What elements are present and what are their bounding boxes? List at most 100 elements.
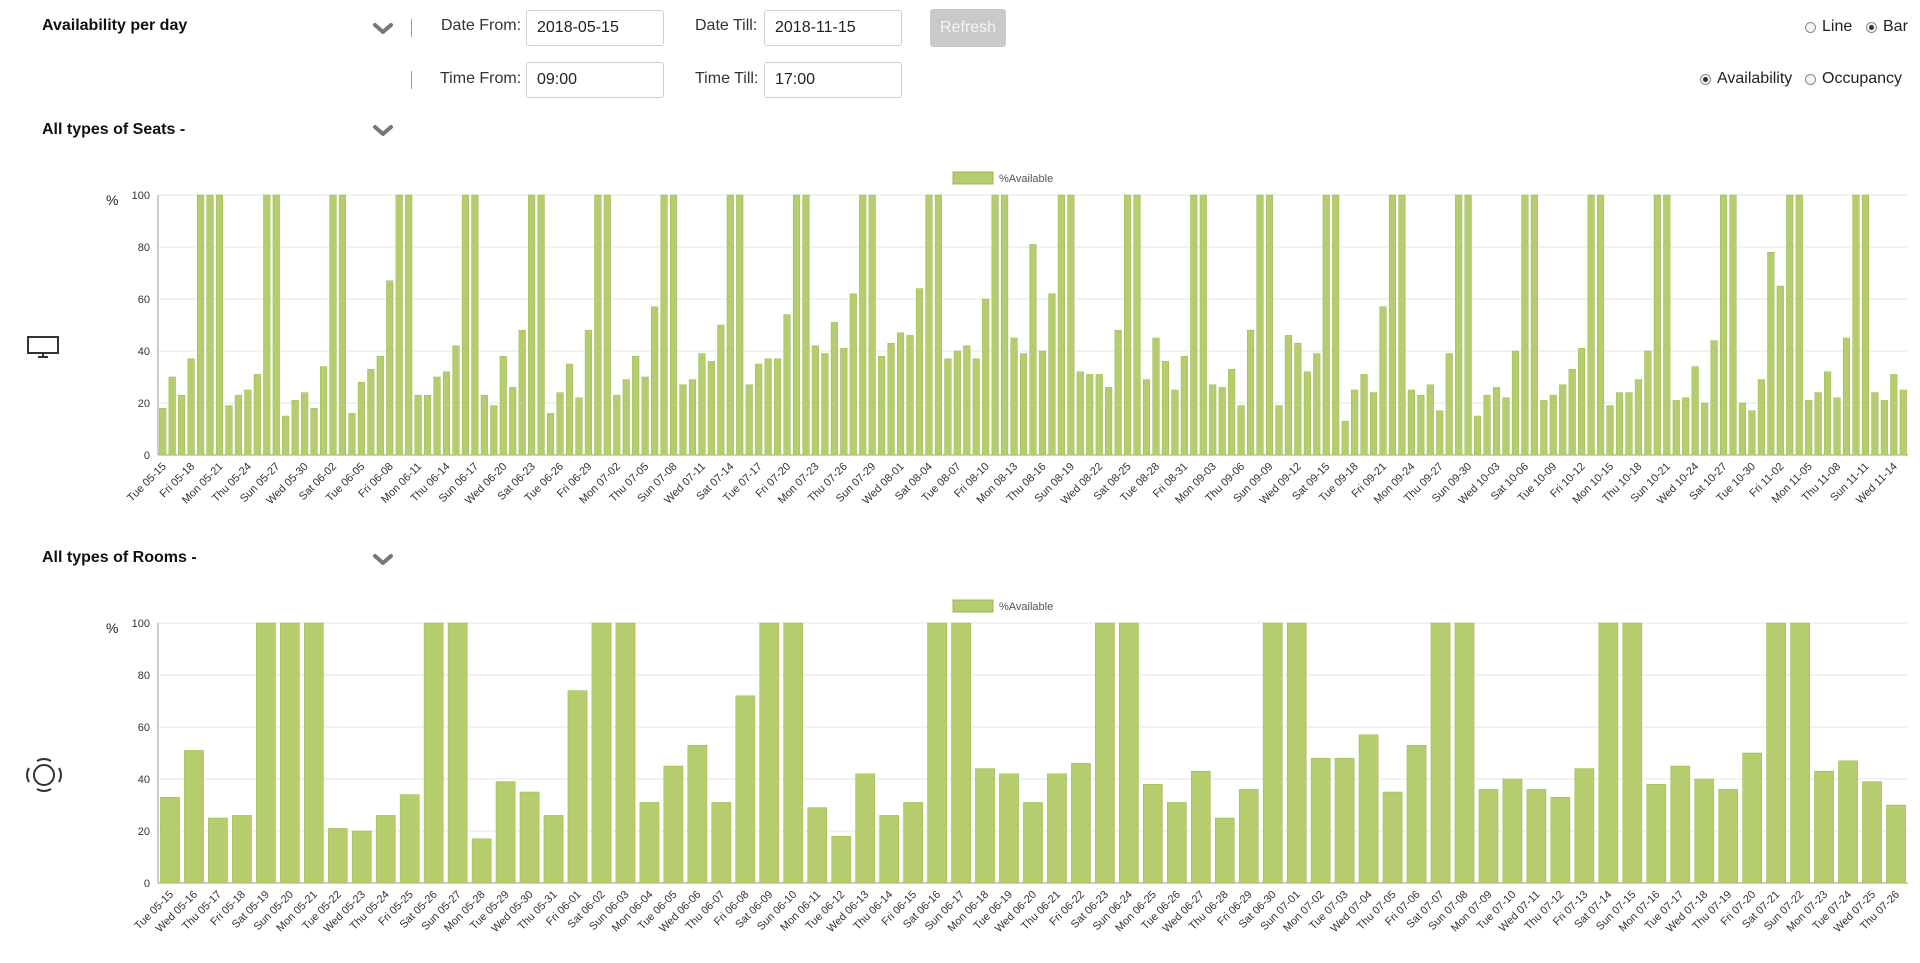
bar <box>1407 389 1415 456</box>
chevron-down-icon[interactable] <box>372 124 394 138</box>
bar <box>256 622 276 884</box>
line-radio[interactable]: Line <box>1805 18 1852 36</box>
bar <box>736 194 744 456</box>
bar <box>1606 405 1614 456</box>
bar <box>622 379 630 456</box>
bar <box>1540 400 1548 456</box>
bar <box>1310 757 1331 884</box>
bar <box>1842 337 1851 456</box>
bar <box>1247 329 1255 456</box>
bar <box>1019 353 1028 456</box>
bar <box>584 329 592 456</box>
bar <box>1790 622 1810 884</box>
occupancy-radio[interactable]: Occupancy <box>1805 70 1902 88</box>
bar <box>1076 371 1084 456</box>
bar <box>1634 379 1642 456</box>
bar <box>1672 400 1680 456</box>
bar <box>903 802 923 884</box>
bar <box>1682 397 1690 456</box>
date-from-label: Date From: <box>441 17 522 34</box>
bar <box>764 358 772 456</box>
bar <box>1511 350 1519 456</box>
bar <box>386 280 394 456</box>
bar <box>1313 353 1321 456</box>
date-till-input[interactable]: 2018-11-15 <box>764 10 902 46</box>
bar <box>1038 350 1047 456</box>
bar <box>1023 802 1043 884</box>
y-tick-label: 80 <box>138 242 150 254</box>
bar <box>303 622 324 884</box>
bar <box>1199 194 1207 456</box>
bar <box>1502 778 1523 884</box>
time-till-label: Time Till: <box>695 70 759 87</box>
bar <box>263 194 271 456</box>
bar <box>1057 194 1065 456</box>
bar <box>830 322 838 456</box>
bar <box>367 368 375 456</box>
bar <box>291 400 299 456</box>
bar <box>357 381 365 456</box>
date-from-input[interactable]: 2018-05-15 <box>526 10 664 46</box>
line-radio-label: Line <box>1822 18 1853 35</box>
y-tick-label: 0 <box>144 450 150 462</box>
bar <box>1814 392 1822 456</box>
bar <box>1143 783 1163 884</box>
bar-radio[interactable]: Bar <box>1866 18 1908 36</box>
bar <box>537 194 545 456</box>
bar <box>1275 405 1283 456</box>
bar <box>1237 405 1245 456</box>
bar <box>1417 394 1425 456</box>
bar <box>991 194 999 456</box>
time-till-input[interactable]: 17:00 <box>764 62 902 98</box>
bar <box>1382 791 1403 884</box>
bar <box>1646 783 1667 884</box>
bar <box>1360 374 1368 456</box>
bar <box>1086 374 1094 456</box>
bar <box>849 293 857 456</box>
bar <box>774 358 782 456</box>
refresh-button[interactable]: Refresh <box>930 9 1006 47</box>
bar <box>1559 384 1567 456</box>
bar <box>1833 397 1841 456</box>
bar <box>178 394 186 456</box>
bar <box>859 194 867 456</box>
chevron-down-icon[interactable] <box>372 553 394 567</box>
bar <box>1757 379 1765 456</box>
bar <box>855 773 876 884</box>
bar <box>1899 389 1907 456</box>
bar <box>755 363 763 456</box>
bar <box>735 695 756 884</box>
bar <box>821 353 829 456</box>
bar <box>1426 384 1434 456</box>
bar <box>1549 394 1557 456</box>
bar <box>669 194 678 456</box>
bar <box>1218 387 1226 456</box>
bar <box>1124 194 1132 456</box>
bar <box>792 194 801 456</box>
bar <box>1171 389 1179 456</box>
availability-radio[interactable]: Availability <box>1700 70 1792 88</box>
bar <box>565 363 574 456</box>
time-from-input[interactable]: 09:00 <box>526 62 664 98</box>
chevron-down-icon[interactable] <box>372 22 394 36</box>
bar <box>433 376 441 456</box>
bar <box>1663 194 1671 456</box>
bar <box>663 765 684 884</box>
y-tick-label: 60 <box>138 722 150 734</box>
bar <box>495 781 516 884</box>
bar <box>1406 744 1427 884</box>
y-tick-label: 20 <box>138 826 150 838</box>
bar <box>471 838 492 884</box>
bar <box>1388 194 1397 456</box>
bar <box>547 413 555 456</box>
bar <box>206 194 214 456</box>
availability-radio-label: Availability <box>1717 70 1793 87</box>
y-tick-label: 20 <box>138 398 150 410</box>
y-tick-label: 80 <box>138 670 150 682</box>
bar <box>1615 392 1624 456</box>
bar <box>232 815 252 884</box>
bar <box>329 194 337 456</box>
bar <box>944 358 952 456</box>
bar <box>1838 760 1858 884</box>
bar <box>423 622 444 884</box>
